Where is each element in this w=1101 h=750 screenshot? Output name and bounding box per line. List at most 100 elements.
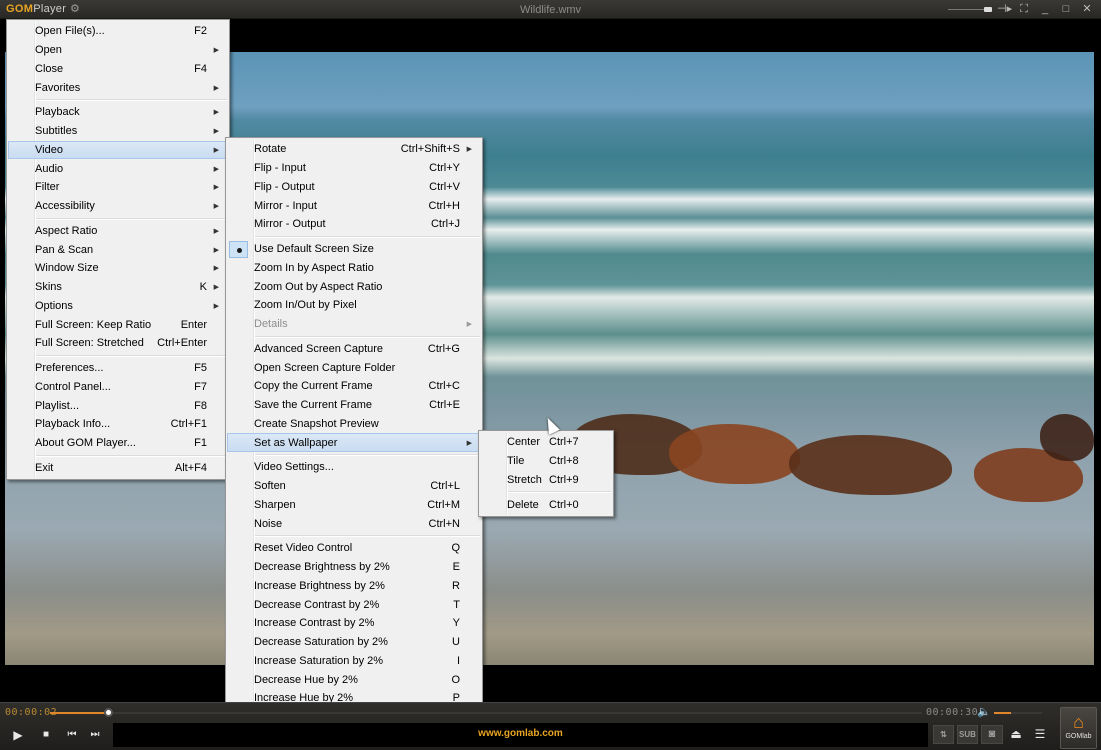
menu-item-shortcut: F8 (194, 399, 207, 412)
ad-banner[interactable]: www.gomlab.com (113, 723, 928, 747)
playlist-button[interactable]: ☰ (1032, 725, 1048, 744)
gomlab-label: GOMlab (1065, 733, 1092, 740)
main-menu-item-close[interactable]: Close F4 (9, 60, 227, 79)
main-menu-item-control-panel[interactable]: Control Panel... F7 (9, 378, 227, 397)
video-menu-item-copy-the-current-frame[interactable]: Copy the Current Frame Ctrl+C (228, 377, 480, 396)
main-menu-item-skins[interactable]: Skins K ▶ (9, 278, 227, 297)
main-menu-item-playback[interactable]: Playback ▶ (9, 103, 227, 122)
maximize-button[interactable]: □ (1060, 2, 1072, 16)
video-menu-item-increase-contrast-by-2[interactable]: Increase Contrast by 2% Y (228, 614, 480, 633)
main-menu-item-open-file-s[interactable]: Open File(s)... F2 (9, 22, 227, 41)
equalizer-button[interactable]: ⇅ (933, 725, 954, 744)
menu-item-label: Control Panel... (35, 380, 111, 393)
submenu-arrow-icon: ▶ (213, 203, 219, 211)
video-menu-item-save-the-current-frame[interactable]: Save the Current Frame Ctrl+E (228, 396, 480, 415)
menu-item-shortcut: R (452, 579, 460, 592)
video-menu-item-increase-brightness-by-2[interactable]: Increase Brightness by 2% R (228, 577, 480, 596)
main-menu-item-subtitles[interactable]: Subtitles ▶ (9, 122, 227, 141)
video-menu-item-video-settings[interactable]: Video Settings... (228, 458, 480, 477)
volume-icon[interactable]: 🔈 (977, 705, 991, 718)
main-menu-item-video[interactable]: Video ▶ (8, 140, 228, 160)
wallpaper-menu-item-stretch[interactable]: Stretch Ctrl+9 (481, 471, 611, 490)
menu-item-label: Use Default Screen Size (254, 243, 374, 256)
submenu-arrow-icon: ▶ (213, 47, 219, 55)
eject-button[interactable]: ⏏ (1008, 725, 1024, 744)
main-menu-item-open[interactable]: Open ▶ (9, 41, 227, 60)
main-menu-item-playback-info[interactable]: Playback Info... Ctrl+F1 (9, 415, 227, 434)
menu-item-label: Skins (35, 281, 62, 294)
wallpaper-menu-item-center[interactable]: Center Ctrl+7 (481, 433, 611, 452)
video-menu-item-sharpen[interactable]: Sharpen Ctrl+M (228, 496, 480, 515)
main-menu-item-options[interactable]: Options ▶ (9, 297, 227, 316)
main-menu-item-preferences[interactable]: Preferences... F5 (9, 359, 227, 378)
video-menu-item-soften[interactable]: Soften Ctrl+L (228, 477, 480, 496)
video-menu-item-create-snapshot-preview[interactable]: Create Snapshot Preview (228, 415, 480, 434)
main-menu-item-filter[interactable]: Filter ▶ (9, 178, 227, 197)
screen-capture-button[interactable]: ◙ (981, 725, 1003, 744)
stop-button[interactable]: ■ (38, 727, 54, 743)
menu-item-label: Exit (35, 461, 54, 474)
video-menu-item-zoom-in-out-by-pixel[interactable]: Zoom In/Out by Pixel (228, 296, 480, 315)
opacity-slider-thumb[interactable] (984, 6, 992, 12)
main-menu-item-aspect-ratio[interactable]: Aspect Ratio ▶ (9, 222, 227, 241)
seek-bar[interactable] (50, 708, 922, 717)
minimize-button[interactable]: _ (1039, 2, 1051, 16)
menu-item-shortcut: Ctrl+C (428, 380, 460, 393)
menu-item-shortcut: F7 (194, 380, 207, 393)
video-menu-item-decrease-saturation-by-2[interactable]: Decrease Saturation by 2% U (228, 633, 480, 652)
main-menu-item-accessibility[interactable]: Accessibility ▶ (9, 197, 227, 216)
video-menu-item-increase-saturation-by-2[interactable]: Increase Saturation by 2% I (228, 652, 480, 671)
close-button[interactable]: ✕ (1081, 2, 1093, 16)
video-menu-item-mirror-output[interactable]: Mirror - Output Ctrl+J (228, 215, 480, 234)
video-menu-item-noise[interactable]: Noise Ctrl+N (228, 514, 480, 533)
video-menu-item-set-as-wallpaper[interactable]: Set as Wallpaper ▶ (227, 433, 481, 452)
wallpaper-menu-item-tile[interactable]: Tile Ctrl+8 (481, 452, 611, 471)
wallpaper-menu-item-delete[interactable]: Delete Ctrl+0 (481, 495, 611, 514)
subtitle-button[interactable]: SUB (957, 725, 978, 744)
control-bar: 00:00:02 00:00:30 🔈 ▶ ■ ⏮ ⏭ www.gomlab.c… (0, 702, 1101, 750)
menu-item-shortcut: Ctrl+M (427, 498, 460, 511)
video-menu-item-use-default-screen-size[interactable]: Use Default Screen Size (228, 240, 480, 259)
volume-slider[interactable] (994, 712, 1042, 714)
main-menu-item-about-gom-player[interactable]: About GOM Player... F1 (9, 434, 227, 453)
video-menu-item-decrease-hue-by-2[interactable]: Decrease Hue by 2% O (228, 670, 480, 689)
video-menu-item-rotate[interactable]: Rotate Ctrl+Shift+S ▶ (228, 140, 480, 159)
menu-item-shortcut: Alt+F4 (174, 461, 207, 474)
banner-link[interactable]: www.gomlab.com (113, 728, 928, 739)
main-menu-item-playlist[interactable]: Playlist... F8 (9, 396, 227, 415)
video-menu-item-decrease-contrast-by-2[interactable]: Decrease Contrast by 2% T (228, 595, 480, 614)
submenu-arrow-icon: ▶ (466, 439, 472, 447)
main-menu-item-pan-scan[interactable]: Pan & Scan ▶ (9, 240, 227, 259)
fullscreen-icon[interactable]: ⛶ (1018, 2, 1030, 16)
main-menu-item-window-size[interactable]: Window Size ▶ (9, 259, 227, 278)
opacity-slider[interactable] (948, 6, 992, 12)
video-menu-item-decrease-brightness-by-2[interactable]: Decrease Brightness by 2% E (228, 558, 480, 577)
main-menu-item-audio[interactable]: Audio ▶ (9, 159, 227, 178)
menu-item-label: Filter (35, 181, 60, 194)
video-menu-item-open-screen-capture-folder[interactable]: Open Screen Capture Folder (228, 358, 480, 377)
video-menu-item-advanced-screen-capture[interactable]: Advanced Screen Capture Ctrl+G (228, 340, 480, 359)
video-menu-item-reset-video-control[interactable]: Reset Video Control Q (228, 539, 480, 558)
video-menu-item-zoom-out-by-aspect-ratio[interactable]: Zoom Out by Aspect Ratio (228, 277, 480, 296)
main-menu-item-favorites[interactable]: Favorites ▶ (9, 78, 227, 97)
menu-item-label: Center (507, 436, 541, 449)
submenu-arrow-icon: ▶ (213, 302, 219, 310)
main-menu-item-exit[interactable]: Exit Alt+F4 (9, 459, 227, 478)
video-menu-item-flip-input[interactable]: Flip - Input Ctrl+Y (228, 159, 480, 178)
seek-bar-thumb[interactable] (104, 708, 114, 717)
video-menu-item-flip-output[interactable]: Flip - Output Ctrl+V (228, 178, 480, 197)
volume-slider-fill (994, 712, 1011, 714)
main-menu-item-full-screen-stretched[interactable]: Full Screen: Stretched Ctrl+Enter (9, 334, 227, 353)
play-button[interactable]: ▶ (10, 727, 26, 743)
menu-item-label: Accessibility (35, 200, 95, 213)
next-button[interactable]: ⏭ (87, 727, 103, 743)
menu-item-label: Delete (507, 498, 539, 511)
video-menu-item-mirror-input[interactable]: Mirror - Input Ctrl+H (228, 196, 480, 215)
previous-button[interactable]: ⏮ (64, 727, 80, 743)
menu-item-label: Reset Video Control (254, 542, 353, 555)
always-on-top-icon[interactable]: ⊣▸ (997, 2, 1012, 16)
gomlab-home-button[interactable]: ⌂ GOMlab (1060, 707, 1097, 749)
main-menu-item-full-screen-keep-ratio[interactable]: Full Screen: Keep Ratio Enter (9, 315, 227, 334)
menu-item-shortcut: F1 (194, 437, 207, 450)
video-menu-item-zoom-in-by-aspect-ratio[interactable]: Zoom In by Aspect Ratio (228, 259, 480, 278)
